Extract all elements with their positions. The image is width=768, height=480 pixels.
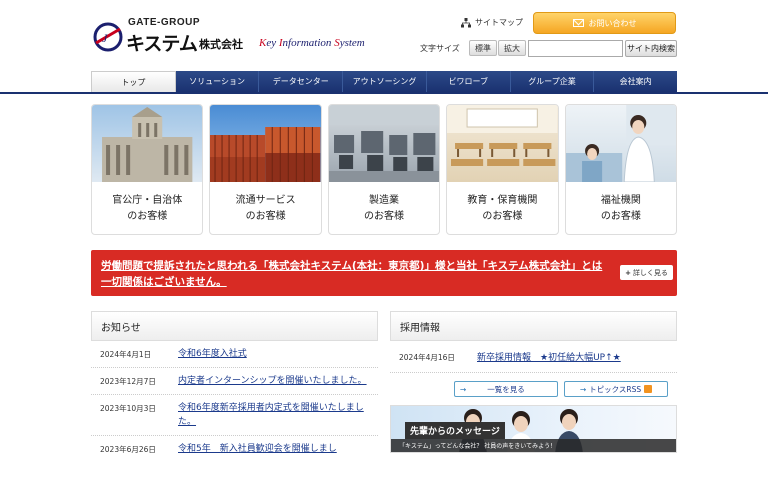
news-date: 2024年4月1日 [100,350,152,359]
news-item: 2023年6月26日 令和5年 新入社員歓迎会を開催しまし [91,436,378,462]
rss-button[interactable]: → トピックスRSS [564,381,668,397]
list-button[interactable]: → 一覧を見る [454,381,558,397]
recruit-heading: 採用情報 [390,311,677,341]
notice-detail-button[interactable]: + 詳しく見る [620,265,673,280]
tile-education-label: 教育・保育機関 のお客様 [467,194,538,222]
sitemap-icon [461,17,471,27]
nav-group[interactable]: グループ企業 [510,71,595,92]
senior-message-banner[interactable]: 先輩からのメッセージ 「キステム」ってどんな会社？ 社員の声をきいてみよう！ [390,405,677,453]
nav-top[interactable]: トップ [91,71,176,92]
contact-label: お問い合わせ [588,18,637,28]
font-size-label: 文字サイズ [420,44,460,53]
notice-text[interactable]: 労働問題で提訴されたと思われる「株式会社キステム(本社：東京都)」様と当社「キス… [101,258,606,290]
site-search-input[interactable] [528,40,623,57]
news-heading: お知らせ [91,311,378,341]
tile-distribution-label: 流通サービス のお客様 [235,194,296,222]
tile-welfare[interactable]: 福祉機関 のお客様 [564,104,678,235]
nav-biwarobe[interactable]: ビワローブ [426,71,511,92]
banner-title: 先輩からのメッセージ [405,422,505,439]
banner-subtitle: 「キステム」ってどんな会社？ 社員の声をきいてみよう！ [391,439,676,452]
company-logo[interactable]: J GATE-GROUP キステム 株式会社 Key Information S… [92,16,392,56]
manufacturing-image [328,105,440,182]
logo-tagline: Key Information System [259,37,365,49]
news-panel: お知らせ 2024年4月1日 令和6年度入社式 2023年12月7日 内定者イン… [91,311,378,462]
news-item: 2024年4月1日 令和6年度入社式 [91,341,378,368]
font-large-button[interactable]: 拡大 [498,40,526,56]
distribution-image [210,105,321,182]
recruit-date: 2024年4月16日 [399,353,455,362]
nav-outsourcing[interactable]: アウトソーシング [343,71,427,92]
recruit-panel: 採用情報 2024年4月16日 新卒採用情報 ★初任給大幅UP↑★ → 一覧を見… [390,311,677,453]
global-nav: トップ ソリューション データセンター アウトソーシング ビワローブ グループ企… [91,71,678,92]
plus-icon: + [625,268,631,277]
nav-divider [0,92,768,94]
news-date: 2023年6月26日 [100,445,156,454]
sitemap-label: サイトマップ [475,18,523,27]
tile-manufacturing[interactable]: 製造業 のお客様 [327,104,441,235]
nav-datacenter[interactable]: データセンター [259,71,344,92]
logo-mark-icon: J [93,22,123,52]
nav-solution[interactable]: ソリューション [175,71,260,92]
contact-button[interactable]: お問い合わせ [533,12,676,34]
rss-button-label: トピックスRSS [589,384,642,394]
tile-manufacturing-label: 製造業 のお客様 [364,194,405,222]
customer-tiles: 官公庁・自治体 のお客様 流通サービス のお客様 製造業 のお客様 教育・保育機… [91,104,678,235]
recruit-link[interactable]: 新卒採用情報 ★初任給大幅UP↑★ [477,350,621,363]
news-date: 2023年10月3日 [100,404,156,413]
education-image [447,105,558,182]
notice-banner: 労働問題で提訴されたと思われる「株式会社キステム(本社：東京都)」様と当社「キス… [91,250,677,296]
site-search-button[interactable]: サイト内検索 [625,40,677,57]
logo-kaisha: 株式会社 [199,38,243,51]
tile-welfare-label: 福祉機関 のお客様 [600,194,641,222]
logo-company-name: キステム [126,33,198,55]
tile-government-label: 官公庁・自治体 のお客様 [112,194,183,222]
arrow-right-icon: → [459,384,467,394]
sitemap-link[interactable]: サイトマップ [461,17,523,28]
news-item: 2023年12月7日 内定者インターンシップを開催いたしました。 [91,368,378,395]
news-link[interactable]: 令和5年 新入社員歓迎会を開催しまし [178,442,373,456]
svg-text:J: J [102,31,108,45]
tile-government[interactable]: 官公庁・自治体 のお客様 [91,104,204,235]
rss-icon [644,385,653,393]
nav-company[interactable]: 会社案内 [594,71,678,92]
recruit-buttons: → 一覧を見る → トピックスRSS [390,381,677,397]
font-standard-button[interactable]: 標準 [469,40,497,56]
news-link[interactable]: 内定者インターンシップを開催いたしました。 [178,374,373,388]
news-link[interactable]: 令和6年度入社式 [178,347,373,361]
list-button-label: 一覧を見る [487,384,525,394]
notice-detail-label: 詳しく見る [632,268,668,277]
recruit-item: 2024年4月16日 新卒採用情報 ★初任給大幅UP↑★ [390,341,677,373]
mail-icon [572,19,584,27]
tile-education[interactable]: 教育・保育機関 のお客様 [446,104,559,235]
logo-group-text: GATE-GROUP [128,17,201,28]
government-image [92,105,203,182]
news-date: 2023年12月7日 [100,377,156,386]
news-link[interactable]: 令和6年度新卒採用者内定式を開催いたしました。 [178,401,373,429]
arrow-right-icon: → [579,384,587,394]
news-item: 2023年10月3日 令和6年度新卒採用者内定式を開催いたしました。 [91,395,378,436]
welfare-image [565,105,677,182]
tile-distribution[interactable]: 流通サービス のお客様 [209,104,322,235]
